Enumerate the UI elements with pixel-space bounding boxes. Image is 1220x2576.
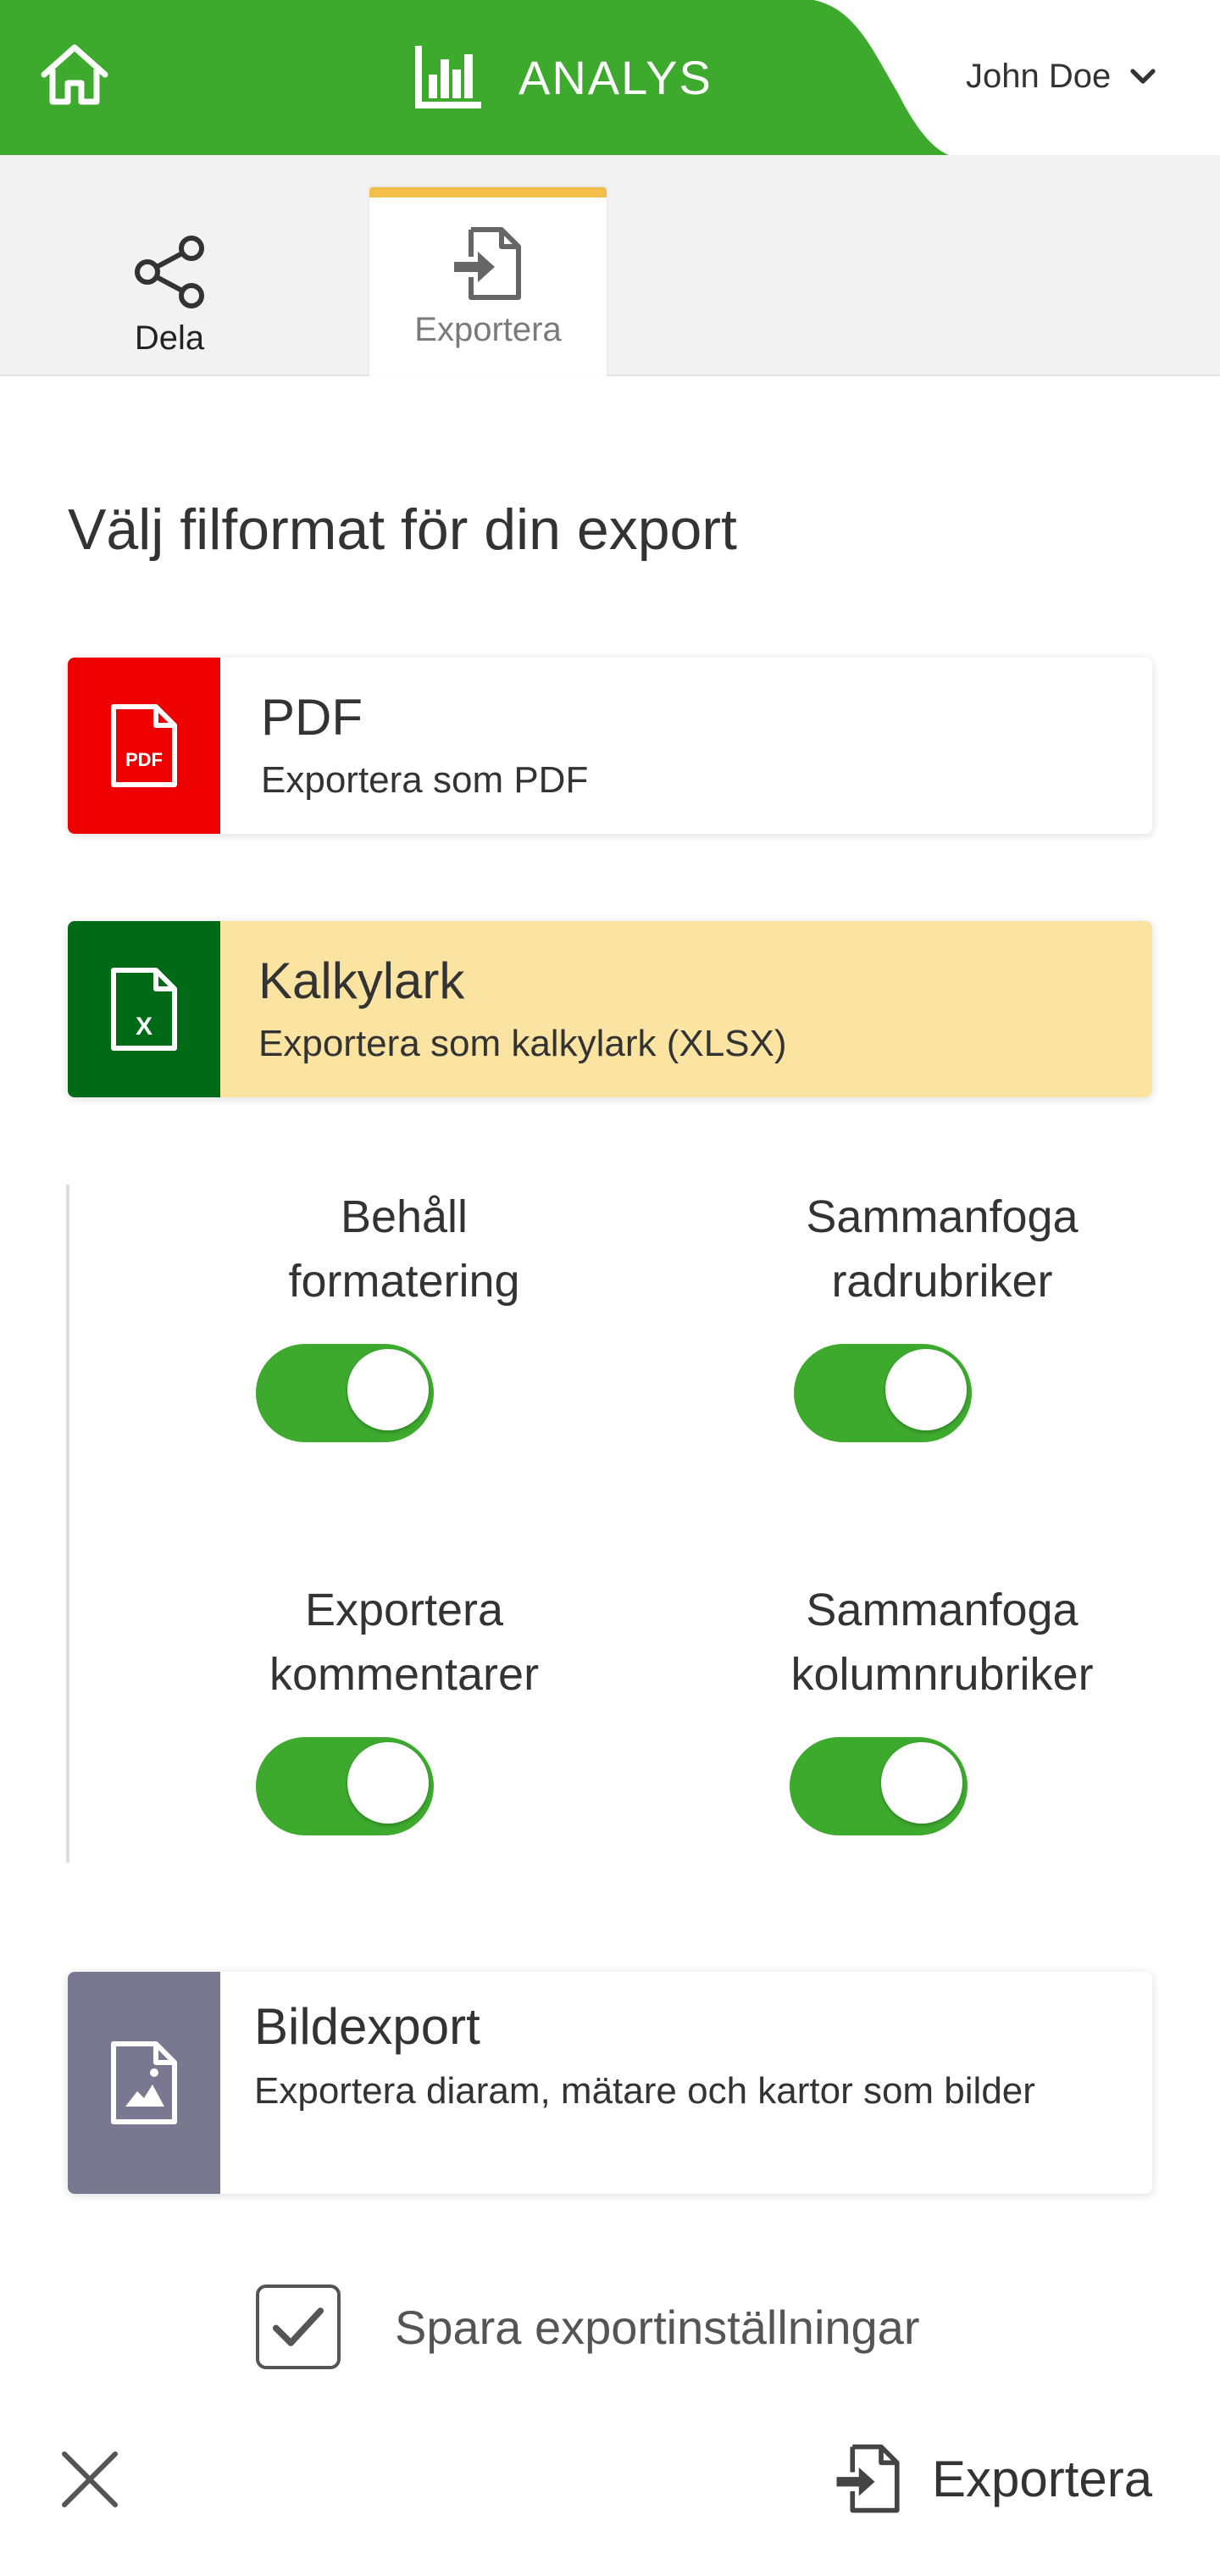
tab-export[interactable]: Exportera <box>369 187 607 376</box>
excel-file-icon: X <box>111 968 177 1051</box>
format-option-image[interactable]: Bildexport Exportera diaram, mätare och … <box>68 1972 1152 2194</box>
option-label-line: kommentarer <box>269 1649 540 1700</box>
home-icon <box>41 44 108 105</box>
app-header: ANALYS John Doe <box>0 0 1220 155</box>
image-file-icon <box>111 2041 177 2124</box>
format-title: Kalkylark <box>258 952 465 1009</box>
format-option-spreadsheet[interactable]: X Kalkylark Exportera som kalkylark (XLS… <box>68 921 1152 1097</box>
export-icon <box>454 227 521 300</box>
option-label-line: Exportera <box>304 1585 504 1635</box>
spreadsheet-options: Behåll formatering Sammanfoga radrubrike… <box>66 1185 1162 1863</box>
home-button[interactable] <box>34 34 115 115</box>
option-export-comments-label: Exportera kommentarer <box>167 1578 641 1707</box>
toggle-knob <box>347 1349 429 1430</box>
tab-share[interactable]: Dela <box>85 155 254 376</box>
format-title: Bildexport <box>254 1998 480 2055</box>
option-merge-column-headers-label: Sammanfoga kolumnrubriker <box>705 1578 1179 1707</box>
format-description: Exportera diaram, mätare och kartor som … <box>254 2070 1035 2112</box>
svg-text:X: X <box>136 1013 152 1041</box>
share-icon <box>135 236 204 308</box>
export-icon <box>836 2444 900 2513</box>
option-label-line: Sammanfoga <box>806 1191 1079 1242</box>
toggle-knob <box>347 1742 429 1824</box>
option-label-line: kolumnrubriker <box>790 1649 1094 1700</box>
app-title: ANALYS <box>518 50 713 104</box>
save-settings-checkbox-row[interactable]: Spara exportinställningar <box>256 2281 919 2373</box>
format-icon-box: PDF <box>68 658 220 834</box>
option-label-line: radrubriker <box>831 1256 1053 1307</box>
svg-text:PDF: PDF <box>125 749 163 770</box>
save-settings-label: Spara exportinställningar <box>395 2300 920 2354</box>
format-icon-box: X <box>68 921 220 1097</box>
option-merge-row-headers-label: Sammanfoga radrubriker <box>705 1185 1179 1313</box>
format-description: Exportera som PDF <box>261 759 589 801</box>
tab-share-label: Dela <box>134 319 205 357</box>
export-button-label: Exportera <box>932 2450 1153 2507</box>
merge-column-headers-toggle[interactable] <box>790 1737 968 1835</box>
app-title-group: ANALYS <box>412 41 713 114</box>
section-heading: Välj filformat för din export <box>68 497 737 562</box>
option-label-line: formatering <box>288 1256 520 1307</box>
user-menu[interactable]: John Doe <box>966 53 1160 100</box>
option-keep-formatting-label: Behåll formatering <box>167 1185 641 1313</box>
tab-bar: Dela Exportera <box>0 155 1220 376</box>
merge-row-headers-toggle[interactable] <box>794 1344 972 1442</box>
save-settings-checkbox[interactable] <box>256 2285 341 2369</box>
checkmark-icon <box>272 2307 324 2346</box>
close-icon <box>62 2451 118 2507</box>
tab-export-label: Exportera <box>414 311 562 348</box>
close-button[interactable] <box>59 2449 120 2510</box>
toggle-knob <box>885 1349 967 1430</box>
pdf-file-icon: PDF <box>111 704 177 787</box>
chevron-down-icon <box>1130 69 1156 84</box>
option-label-line: Behåll <box>340 1191 469 1242</box>
format-title: PDF <box>261 689 363 746</box>
format-description: Exportera som kalkylark (XLSX) <box>258 1023 787 1064</box>
export-comments-toggle[interactable] <box>256 1737 434 1835</box>
format-icon-box <box>68 1972 220 2194</box>
keep-formatting-toggle[interactable] <box>256 1344 434 1442</box>
option-label-line: Sammanfoga <box>806 1585 1079 1635</box>
user-name: John Doe <box>966 57 1112 95</box>
bar-chart-icon <box>415 46 481 108</box>
export-button[interactable]: Exportera <box>830 2432 1152 2525</box>
format-option-pdf[interactable]: PDF PDF Exportera som PDF <box>68 658 1152 834</box>
toggle-knob <box>881 1742 962 1824</box>
